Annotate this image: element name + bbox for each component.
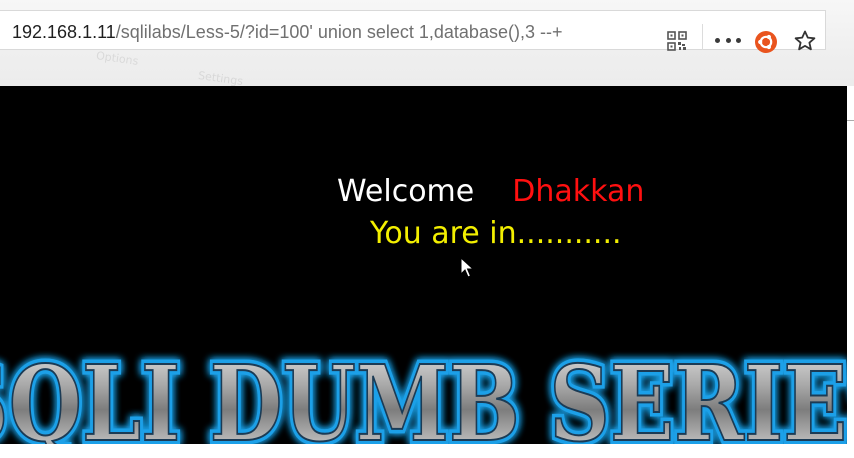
sqli-dumb-series-banner: SQLI DUMB SERIES SQLI DUMB SERIES [0, 344, 847, 444]
bookmark-star-icon[interactable] [793, 29, 817, 53]
username-text: Dhakkan [512, 174, 645, 209]
ubuntu-extension-icon[interactable] [754, 30, 778, 54]
page-content: WelcomeDhakkan You are in........... S [0, 86, 847, 444]
mouse-cursor-icon [460, 257, 474, 278]
background-ghost-text: Settings [197, 68, 244, 86]
browser-window: Options Settings 192.168.1.11/sqlilabs/L… [0, 0, 854, 458]
more-options-icon[interactable] [715, 30, 741, 50]
welcome-line: Welcome Dhakkan [337, 174, 644, 210]
banner-text: SQLI DUMB SERIES [0, 344, 847, 444]
url-text[interactable]: 192.168.1.11/sqlilabs/Less-5/?id=100' un… [12, 21, 622, 43]
url-path: /sqlilabs/Less-5/?id=100' union select 1… [115, 22, 563, 42]
qr-code-icon[interactable] [667, 31, 687, 51]
toolbar-divider [702, 24, 703, 50]
url-fade-overlay [560, 19, 630, 45]
login-status-text: You are in........... [370, 216, 622, 251]
welcome-text: Welcome [337, 174, 475, 209]
page-bottom-edge [0, 444, 854, 458]
address-bar[interactable]: 192.168.1.11/sqlilabs/Less-5/?id=100' un… [0, 10, 826, 53]
url-host: 192.168.1.11 [12, 22, 116, 42]
browser-toolbar: Options Settings 192.168.1.11/sqlilabs/L… [0, 0, 854, 86]
background-ghost-text: Options [95, 49, 140, 68]
